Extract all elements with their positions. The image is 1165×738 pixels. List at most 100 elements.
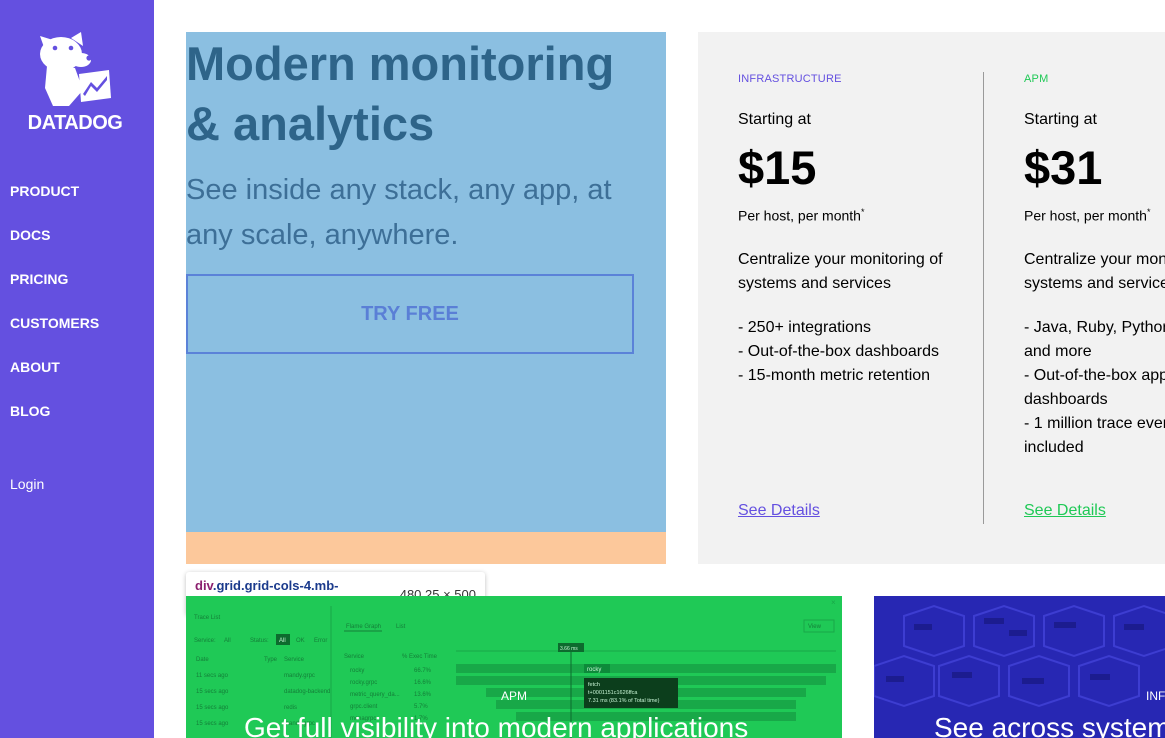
screenshot-row-date: 15 secs ago xyxy=(196,705,229,711)
dog-icon xyxy=(40,32,111,106)
hostmap-hex xyxy=(1078,654,1140,708)
infrastructure-feature-card[interactable]: INF See across systems xyxy=(874,596,1165,738)
span-tooltip-line: t+0001151c1626ffca xyxy=(588,690,638,696)
hostmap-node xyxy=(914,624,932,630)
plan-unit: Per host, per month* xyxy=(738,207,864,224)
infrastructure-card-headline: See across systems xyxy=(934,712,1165,738)
plan-price: $31 xyxy=(1024,141,1103,194)
flame-span-label: rocky xyxy=(587,667,601,673)
datadog-logo[interactable]: DATADOG xyxy=(25,30,125,135)
hostmap-hex xyxy=(938,654,1000,708)
screenshot-row-date: 15 secs ago xyxy=(196,689,229,695)
screenshot-row-service: datadog-backend xyxy=(284,689,330,695)
screenshot-status-label: Status: xyxy=(250,638,269,644)
screenshot-tab-list: List xyxy=(396,624,406,630)
plan-feature: - Out-of-the-box app health dashboards xyxy=(1024,367,1165,408)
screenshot-metric-name: rocky.grpc xyxy=(350,680,377,686)
plan-price: $15 xyxy=(738,141,817,194)
plan-feature: - Out-of-the-box dashboards xyxy=(738,343,939,360)
plan-features: - Java, Ruby, Python, Node, and more - O… xyxy=(1024,316,1165,460)
plan-description: Centralize your monitoring of systems an… xyxy=(1024,251,1165,292)
try-free-button[interactable]: TRY FREE xyxy=(186,274,634,354)
flame-time-label: 3.66 ms xyxy=(560,646,578,652)
apm-card-label: APM xyxy=(501,689,528,703)
plan-unit: Per host, per month* xyxy=(1024,207,1150,224)
see-details-link[interactable]: See Details xyxy=(738,502,820,520)
screenshot-status-option: Error xyxy=(314,638,327,644)
tooltip-tag: div xyxy=(195,578,213,593)
brand-name: DATADOG xyxy=(27,112,123,134)
hero-margin-highlight xyxy=(186,532,666,564)
screenshot-tab-flame: Flame Graph xyxy=(346,624,381,630)
plan-feature: - 250+ integrations xyxy=(738,319,871,336)
screenshot-metric-value: 66.7% xyxy=(414,668,432,674)
screenshot-col-service: Service xyxy=(284,657,305,663)
hostmap-node xyxy=(984,618,1004,624)
main-nav: PRODUCT DOCS PRICING CUSTOMERS ABOUT BLO… xyxy=(10,183,99,447)
screenshot-metric-value: 13.6% xyxy=(414,692,432,698)
screenshot-status-option: All xyxy=(279,638,286,644)
login-link[interactable]: Login xyxy=(10,476,44,492)
hostmap-hex xyxy=(1113,604,1165,658)
pricing-divider xyxy=(983,72,984,524)
plan-feature: - 15-month metric retention xyxy=(738,367,931,384)
screenshot-service-label: Service: xyxy=(194,638,216,644)
nav-blog[interactable]: BLOG xyxy=(10,403,99,447)
hostmap-node xyxy=(1022,678,1044,684)
plan-description: Centralize your monitoring of systems an… xyxy=(738,251,943,292)
infrastructure-card-label: INF xyxy=(1146,689,1165,703)
plan-feature: - 1 million trace events per host includ… xyxy=(1024,415,1165,456)
plan-unit-text: Per host, per month xyxy=(1024,207,1147,224)
hero-subtitle: See inside any stack, any app, at any sc… xyxy=(186,174,612,251)
hostmap-hex xyxy=(1043,604,1105,658)
plan-starting-label: Starting at xyxy=(1024,111,1097,128)
hero-section: Modern monitoring & analytics See inside… xyxy=(186,32,666,532)
hostmap-node xyxy=(952,672,972,678)
screenshot-row-service: mandy.grpc xyxy=(284,673,315,679)
nav-docs[interactable]: DOCS xyxy=(10,227,99,271)
plan-unit-mark: * xyxy=(860,207,865,217)
hostmap-node xyxy=(1009,630,1027,636)
apm-feature-card[interactable]: Trace List Service: All Status: All OK E… xyxy=(186,596,842,738)
screenshot-metric-name: rocky xyxy=(350,668,364,674)
plan-category: INFRASTRUCTURE xyxy=(738,73,842,85)
hostmap-node xyxy=(1054,622,1076,628)
pricing-panel: INFRASTRUCTURE Starting at $15 Per host,… xyxy=(698,32,1165,564)
screenshot-metric-name: grpc.client xyxy=(350,704,378,710)
span-tooltip-line: 7.31 ms (83.1% of Total time) xyxy=(588,698,660,704)
screenshot-view-label: View xyxy=(808,624,822,630)
close-icon: × xyxy=(831,598,836,607)
screenshot-col-date: Date xyxy=(196,657,209,663)
screenshot-col-type: Type xyxy=(264,657,278,663)
screenshot-service-value: All xyxy=(224,638,231,644)
plan-starting-label: Starting at xyxy=(738,111,811,128)
nav-about[interactable]: ABOUT xyxy=(10,359,99,403)
screenshot-status-option: OK xyxy=(296,638,305,644)
plan-features: - 250+ integrations - Out-of-the-box das… xyxy=(738,316,968,388)
span-tooltip-line: fetch xyxy=(588,682,600,688)
screenshot-row-service: redis xyxy=(284,705,297,711)
screenshot-metric-value: 16.6% xyxy=(414,680,432,686)
hero-title: Modern monitoring & analytics xyxy=(186,37,615,150)
screenshot-title: Trace List xyxy=(194,615,220,621)
screenshot-row-date: 15 secs ago xyxy=(196,721,229,727)
plan-feature: - Java, Ruby, Python, Node, and more xyxy=(1024,319,1165,360)
screenshot-metric-value: 5.7% xyxy=(414,704,428,710)
nav-product[interactable]: PRODUCT xyxy=(10,183,99,227)
nav-customers[interactable]: CUSTOMERS xyxy=(10,315,99,359)
screenshot-metric-col: % Exec Time xyxy=(402,654,438,660)
screenshot-metric-name: metric_query_da... xyxy=(350,692,400,698)
plan-unit-text: Per host, per month xyxy=(738,207,861,224)
sidebar: DATADOG PRODUCT DOCS PRICING CUSTOMERS A… xyxy=(0,0,154,738)
screenshot-row-date: 11 secs ago xyxy=(196,673,229,679)
hostmap-node xyxy=(1124,624,1144,630)
screenshot-metric-col: Service xyxy=(344,654,365,660)
nav-pricing[interactable]: PRICING xyxy=(10,271,99,315)
hostmap-hex xyxy=(903,604,965,658)
apm-card-headline: Get full visibility into modern applicat… xyxy=(244,712,749,738)
plan-category: APM xyxy=(1024,73,1049,85)
hostmap-node xyxy=(1090,674,1110,680)
see-details-link[interactable]: See Details xyxy=(1024,502,1106,520)
plan-unit-mark: * xyxy=(1146,207,1151,217)
hostmap-node xyxy=(886,676,904,682)
